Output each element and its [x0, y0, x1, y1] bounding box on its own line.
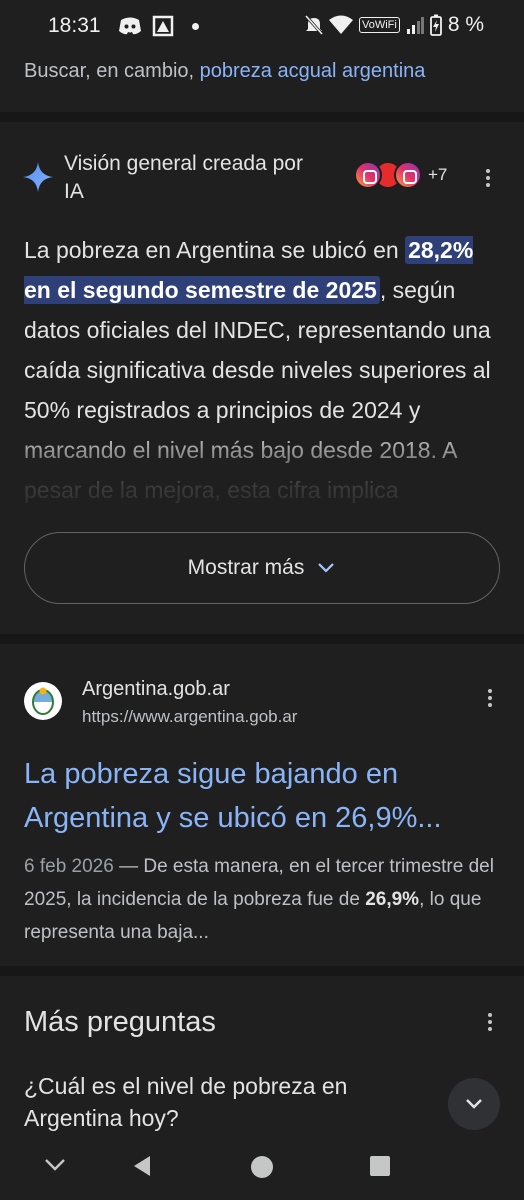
question-item[interactable]: ¿Cuál es el nivel de pobreza en Argentin…	[24, 1070, 424, 1134]
argentina-coat-of-arms-icon	[24, 682, 62, 720]
status-icons: VoWiFi 8 %	[304, 13, 484, 37]
suggestion-prefix: Buscar, en cambio,	[24, 60, 195, 82]
ai-overview-title: Visión general creada por IA	[64, 152, 303, 203]
result-menu-icon[interactable]	[478, 686, 502, 710]
site-name[interactable]: Argentina.gob.ar	[82, 678, 230, 701]
section-divider	[0, 634, 524, 644]
more-questions-title: Más preguntas	[24, 1006, 216, 1038]
keyboard-hide-icon[interactable]	[44, 1158, 66, 1172]
search-results-page: 18:31 VoWiFi 8 % Buscar, en cambio, pobr…	[0, 0, 524, 1200]
result-snippet: 6 feb 2026 — De esta manera, en el terce…	[24, 856, 494, 943]
signal-icon	[406, 17, 424, 34]
site-url[interactable]: https://www.argentina.gob.ar	[82, 707, 297, 727]
system-navigation-bar	[0, 1134, 524, 1200]
ai-sources[interactable]: +7	[354, 161, 447, 189]
gemini-sparkle-icon	[23, 162, 53, 192]
result-title-link[interactable]: La pobreza sigue bajando en Argentina y …	[24, 752, 504, 840]
search-result: Argentina.gob.ar https://www.argentina.g…	[0, 644, 524, 966]
show-more-button[interactable]: Mostrar más	[24, 532, 500, 604]
spelling-suggestion: Buscar, en cambio, pobreza acgual argent…	[0, 52, 524, 112]
section-divider	[0, 112, 524, 122]
mute-icon	[304, 15, 323, 35]
battery-level: 8 %	[447, 13, 484, 36]
wifi-icon	[328, 15, 353, 34]
suggestion-link[interactable]: pobreza acgual argentina	[200, 60, 426, 82]
back-icon[interactable]	[130, 1154, 154, 1178]
instagram-icon	[394, 161, 422, 189]
more-questions-section: Más preguntas ¿Cuál es el nivel de pobre…	[0, 978, 524, 1138]
clock: 18:31	[48, 14, 101, 37]
section-divider	[0, 966, 524, 976]
ai-overview-menu-icon[interactable]	[476, 166, 500, 190]
recents-icon[interactable]	[369, 1155, 391, 1177]
battery-charging-icon	[429, 14, 442, 36]
sources-more-count: +7	[428, 165, 448, 184]
result-date: 6 feb 2026	[24, 856, 114, 877]
chevron-down-icon	[466, 1099, 482, 1109]
expand-question-button[interactable]	[448, 1078, 500, 1130]
status-bar: 18:31 VoWiFi 8 %	[0, 0, 524, 52]
text-fade-overlay	[0, 424, 524, 534]
notification-icons	[118, 15, 199, 37]
ai-overview-card: Visión general creada por IA +7 La pobre…	[0, 124, 524, 634]
vowifi-badge: VoWiFi	[358, 17, 400, 33]
home-icon[interactable]	[249, 1154, 275, 1180]
instagram-icon	[354, 161, 382, 189]
chevron-down-icon	[318, 563, 335, 573]
more-notifications-dot	[192, 22, 199, 30]
gallery-notification-icon	[152, 15, 174, 37]
more-questions-menu-icon[interactable]	[478, 1010, 502, 1034]
discord-icon	[119, 17, 141, 35]
